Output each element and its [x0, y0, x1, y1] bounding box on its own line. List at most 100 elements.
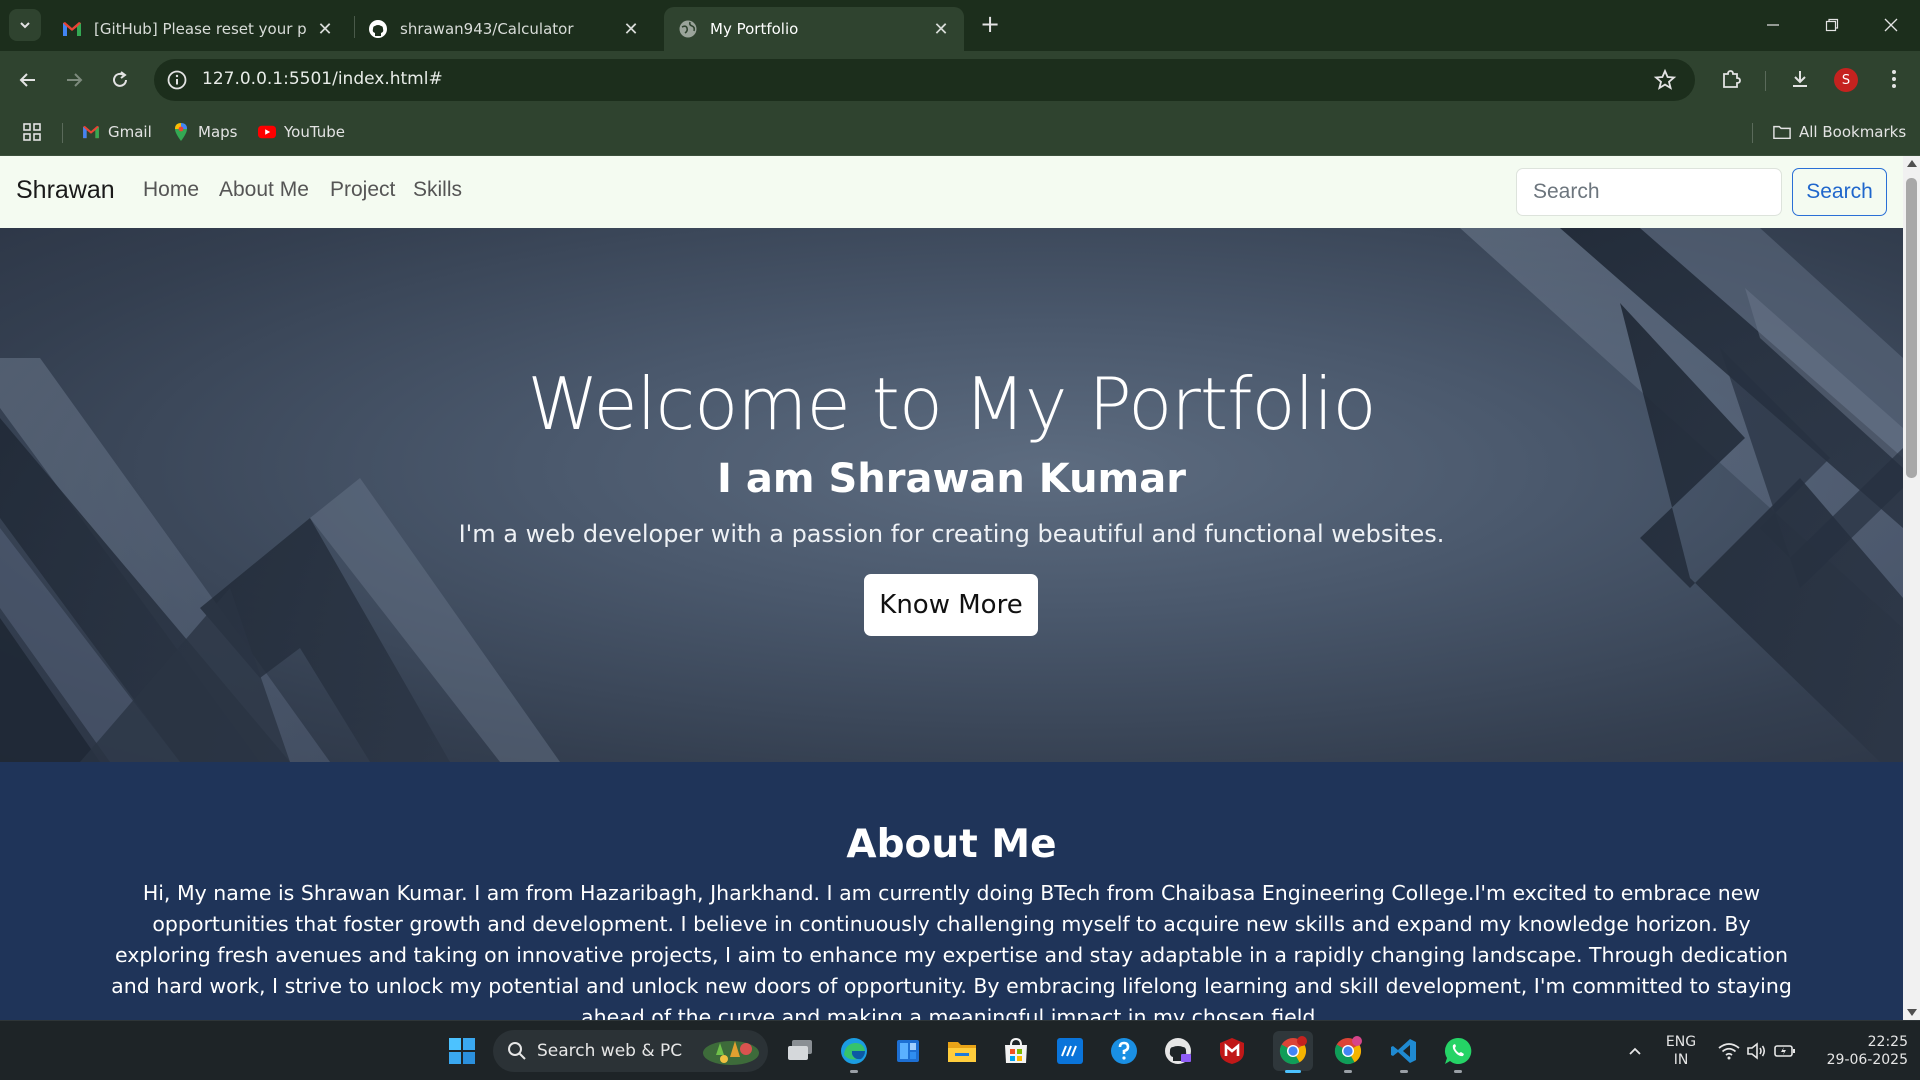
browser-toolbar: 127.0.0.1:5501/index.html#: [0, 51, 1920, 109]
address-bar[interactable]: 127.0.0.1:5501/index.html#: [154, 59, 1695, 101]
volume-icon: [1747, 1042, 1766, 1060]
taskbar-search-box[interactable]: Search web & PC: [493, 1030, 768, 1072]
mcafee-icon[interactable]: [1212, 1031, 1252, 1071]
running-indicator: [1285, 1070, 1301, 1073]
nav-link-project[interactable]: Project: [330, 178, 395, 202]
quick-settings-button[interactable]: [1714, 1031, 1800, 1071]
arrow-left-icon: [19, 73, 35, 87]
help-icon[interactable]: [1104, 1031, 1144, 1071]
widgets-icon[interactable]: [888, 1031, 928, 1071]
site-info-icon[interactable]: [166, 69, 188, 91]
scroll-down-arrow-icon[interactable]: [1907, 1009, 1917, 1016]
windows-start-icon[interactable]: [442, 1031, 482, 1071]
close-icon[interactable]: ✕: [622, 19, 640, 40]
restore-icon: [1825, 18, 1839, 32]
site-search-button[interactable]: Search: [1792, 168, 1887, 216]
new-tab-button[interactable]: +: [976, 10, 1004, 38]
tab-title: My Portfolio: [710, 20, 799, 38]
reload-icon: [113, 71, 127, 87]
page-viewport: Shrawan Home About Me Project Skills Sea…: [0, 156, 1903, 1020]
gmail-icon: [62, 19, 82, 39]
more-vertical-icon: [1892, 70, 1896, 88]
close-icon[interactable]: ✕: [316, 19, 334, 40]
task-view-icon[interactable]: [780, 1031, 820, 1071]
hero-description: I'm a web developer with a passion for c…: [458, 520, 1445, 548]
system-clock[interactable]: 22:25 29-06-2025: [1812, 1033, 1908, 1069]
whatsapp-icon[interactable]: [1438, 1031, 1478, 1073]
arrow-right-icon: [67, 73, 83, 87]
site-brand[interactable]: Shrawan: [16, 176, 115, 205]
reload-button[interactable]: [106, 66, 134, 94]
puzzle-icon: [1723, 70, 1741, 88]
bookmark-maps[interactable]: Maps: [172, 119, 237, 145]
bookmark-label: Maps: [198, 123, 238, 141]
bookmark-label: YouTube: [284, 123, 345, 141]
minimize-icon: [1767, 24, 1779, 26]
close-icon: [1884, 18, 1898, 32]
url-text[interactable]: 127.0.0.1:5501/index.html#: [202, 69, 443, 89]
bookmark-label: Gmail: [108, 123, 152, 141]
about-description: Hi, My name is Shrawan Kumar. I am from …: [111, 881, 1792, 1020]
download-icon: [1793, 71, 1807, 87]
taskbar-search-label: Search web & PC: [537, 1041, 683, 1061]
apps-grid-icon: [23, 123, 41, 141]
file-explorer-icon[interactable]: [942, 1031, 982, 1071]
tab-title: [GitHub] Please reset your password: [94, 20, 306, 38]
site-navbar: Shrawan Home About Me Project Skills Sea…: [0, 156, 1903, 228]
chevron-up-icon: [1629, 1047, 1641, 1055]
scroll-up-arrow-icon[interactable]: [1907, 160, 1917, 167]
know-more-button[interactable]: Know More: [864, 574, 1038, 636]
bookmark-separator: [62, 123, 63, 143]
windows-taskbar: Search web & PC ENG IN 22:25 29-06-2025: [0, 1020, 1920, 1080]
running-indicator: [1344, 1070, 1352, 1073]
restore-button[interactable]: [1809, 8, 1855, 42]
all-bookmarks-label: All Bookmarks: [1799, 123, 1907, 141]
browser-menu-button[interactable]: [1880, 65, 1908, 93]
minimize-button[interactable]: [1750, 8, 1796, 42]
tab-calculator-repo[interactable]: shrawan943/Calculator ✕: [354, 7, 654, 51]
scrollbar-thumb[interactable]: [1906, 178, 1917, 478]
all-bookmarks-button[interactable]: All Bookmarks: [1773, 119, 1906, 145]
github-icon: [368, 19, 388, 39]
chrome-icon[interactable]: [1273, 1031, 1313, 1073]
tab-search-button[interactable]: [9, 9, 41, 41]
close-icon[interactable]: ✕: [932, 19, 950, 40]
tab-my-portfolio[interactable]: My Portfolio ✕: [664, 7, 964, 51]
bookmark-gmail[interactable]: Gmail: [82, 119, 152, 145]
chrome-profile-icon[interactable]: [1328, 1031, 1368, 1073]
github-desktop-icon[interactable]: [1158, 1031, 1198, 1071]
close-window-button[interactable]: [1868, 8, 1914, 42]
extensions-button[interactable]: [1717, 65, 1745, 93]
nav-link-about-me[interactable]: About Me: [219, 178, 309, 202]
profile-avatar[interactable]: S: [1834, 68, 1858, 92]
show-hidden-icons-button[interactable]: [1620, 1031, 1650, 1071]
clock-time: 22:25: [1867, 1034, 1908, 1050]
downloads-button[interactable]: [1786, 65, 1814, 93]
vscode-icon[interactable]: [1384, 1031, 1424, 1073]
microsoft-store-icon[interactable]: [996, 1031, 1036, 1071]
toolbar-separator: [1765, 71, 1766, 91]
input-language-indicator[interactable]: ENG IN: [1660, 1033, 1702, 1069]
nav-link-home[interactable]: Home: [143, 178, 199, 202]
site-search-input[interactable]: [1516, 168, 1782, 216]
about-title: About Me: [846, 822, 1057, 867]
folder-icon: [1773, 123, 1791, 141]
tab-github-reset[interactable]: [GitHub] Please reset your password ✕: [48, 7, 348, 51]
edge-icon[interactable]: [834, 1031, 874, 1073]
maps-icon: [172, 123, 190, 141]
page-scrollbar[interactable]: [1903, 156, 1920, 1020]
apps-button[interactable]: [22, 119, 42, 145]
wifi-icon: [1718, 1043, 1740, 1060]
globe-icon: [678, 19, 698, 39]
tab-title: shrawan943/Calculator: [400, 20, 574, 38]
bookmark-separator: [1752, 123, 1753, 143]
region-code: IN: [1673, 1052, 1689, 1068]
language-code: ENG: [1665, 1034, 1697, 1050]
bookmark-youtube[interactable]: YouTube: [258, 119, 345, 145]
back-button[interactable]: [14, 66, 42, 94]
myhp-icon[interactable]: [1050, 1031, 1090, 1071]
nav-link-skills[interactable]: Skills: [413, 178, 462, 202]
forward-button[interactable]: [60, 66, 88, 94]
about-section: About Me Hi, My name is Shrawan Kumar. I…: [0, 762, 1903, 1020]
bookmark-star-icon[interactable]: [1653, 68, 1677, 92]
